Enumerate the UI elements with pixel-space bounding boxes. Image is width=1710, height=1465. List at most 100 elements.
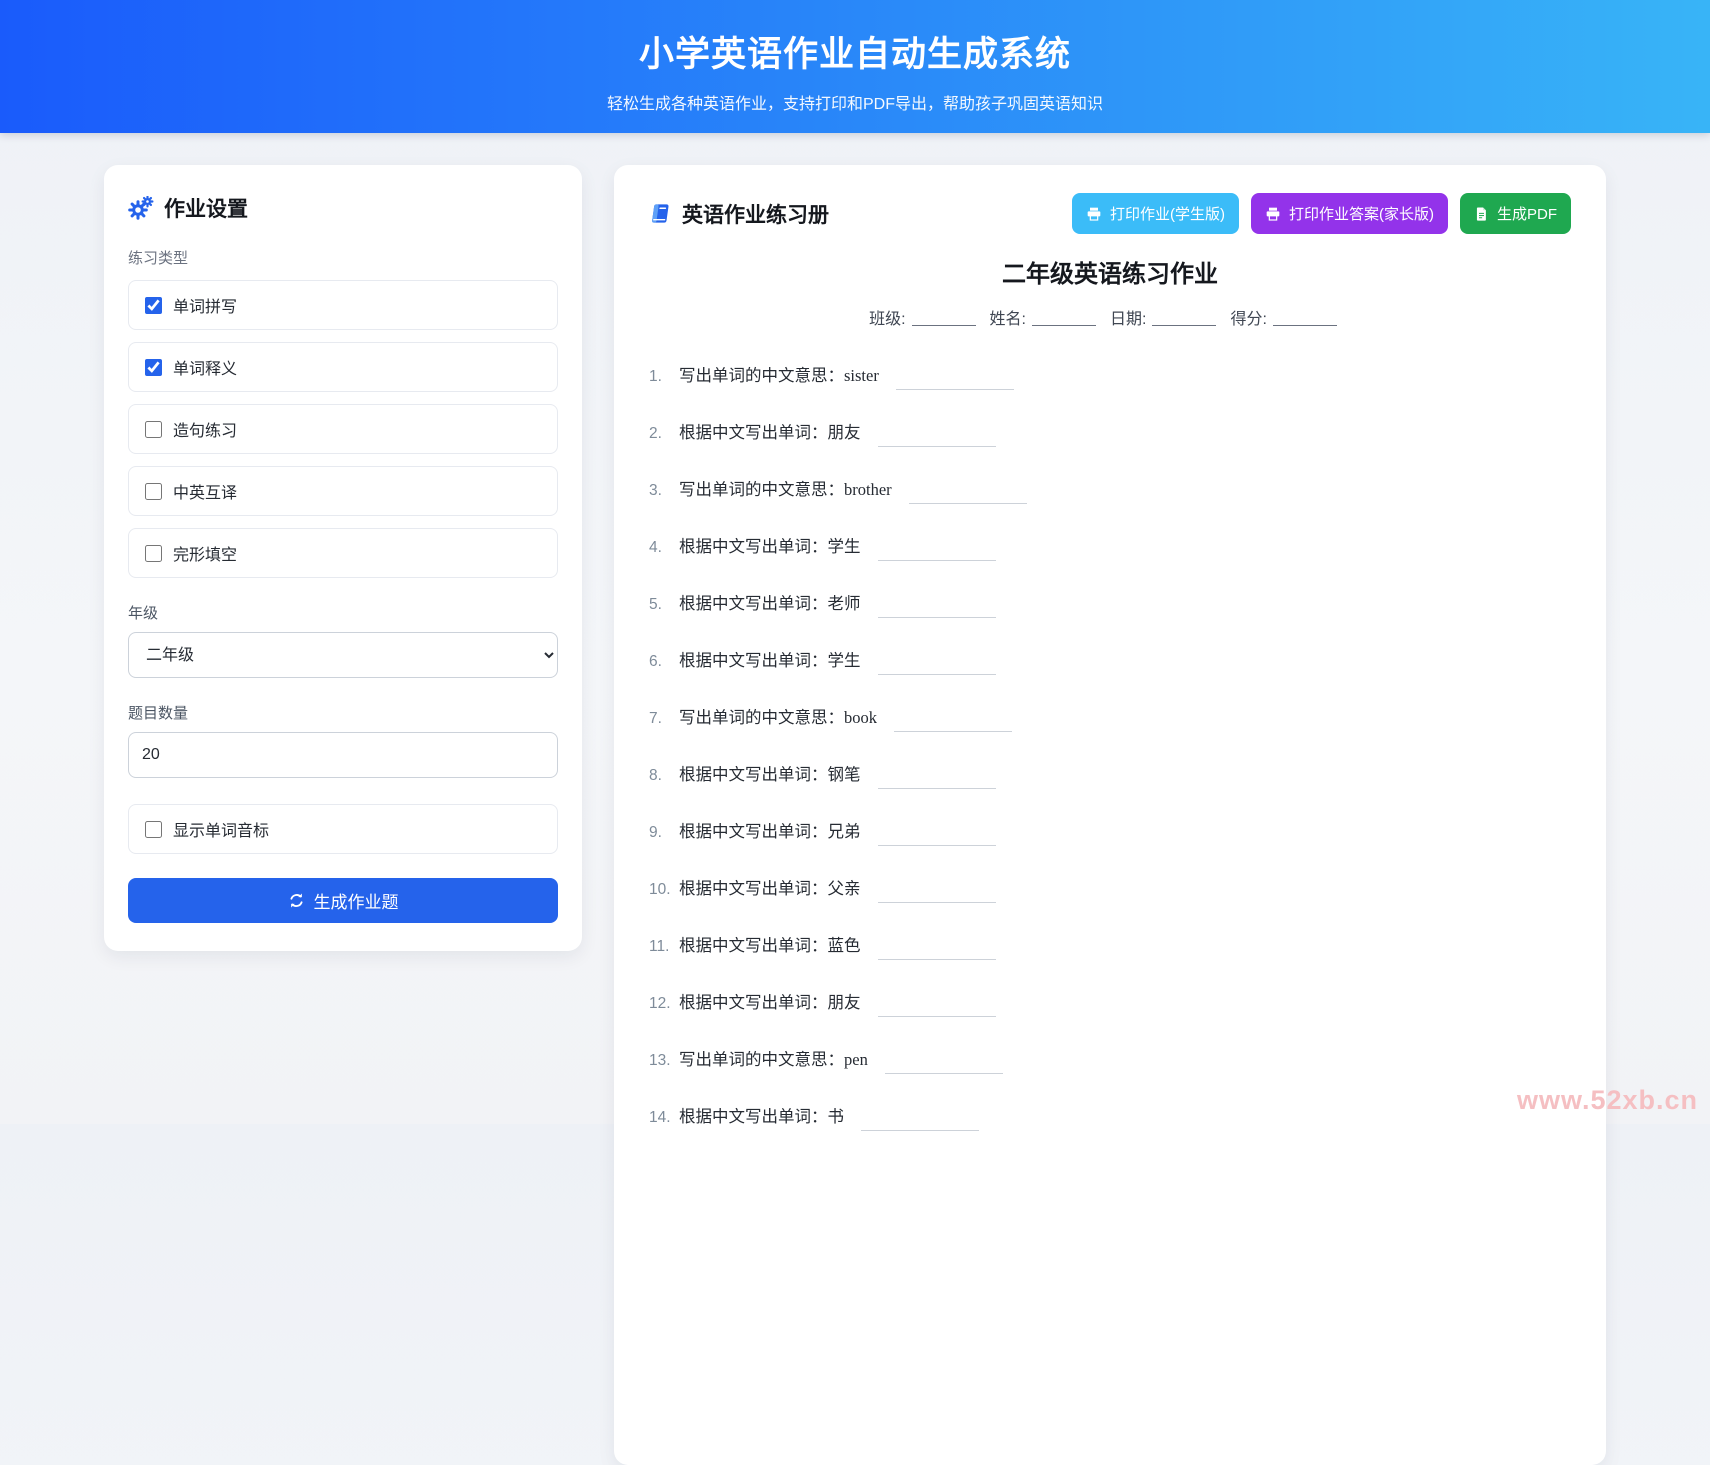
worksheet-info-line: 班级: 姓名: 日期: 得分: xyxy=(649,305,1571,329)
generate-pdf-button[interactable]: 生成PDF xyxy=(1459,193,1571,234)
question-prompt: 根据中文写出单词： xyxy=(679,937,828,955)
printer-icon xyxy=(1087,207,1101,221)
question-number: 1. xyxy=(649,368,662,385)
question-word: 朋友 xyxy=(827,994,861,1012)
question-word: 书 xyxy=(827,1108,845,1126)
worksheet-panel-title: 英语作业练习册 xyxy=(682,203,829,227)
question-number: 5. xyxy=(649,596,662,613)
answer-blank-line xyxy=(877,787,996,789)
print-answer-button[interactable]: 打印作业答案(家长版) xyxy=(1250,193,1448,234)
printer-icon xyxy=(1266,207,1280,221)
exercise-type-option[interactable]: 中英互译 xyxy=(128,466,558,516)
exercise-type-option-label: 单词拼写 xyxy=(173,299,238,316)
gears-icon xyxy=(128,196,154,220)
answer-blank-line xyxy=(877,901,996,903)
question-row: 6. 根据中文写出单词：学生 xyxy=(649,650,1571,675)
answer-blank-line xyxy=(877,559,996,561)
settings-panel: 作业设置 练习类型 单词拼写 单词释义 造句练习 中英互译 完形填空 年级 二年… xyxy=(104,165,582,951)
grade-label: 年级 xyxy=(128,605,159,622)
main-content: 作业设置 练习类型 单词拼写 单词释义 造句练习 中英互译 完形填空 年级 二年… xyxy=(0,133,1710,1465)
question-prompt: 写出单词的中文意思： xyxy=(679,709,844,727)
generate-homework-label: 生成作业题 xyxy=(313,893,399,912)
question-prompt: 根据中文写出单词： xyxy=(679,880,828,898)
worksheet-actions: 打印作业(学生版) 打印作业答案(家长版) 生成PDF xyxy=(1071,193,1571,234)
worksheet-info-label: 日期: xyxy=(1110,311,1147,328)
print-student-label: 打印作业(学生版) xyxy=(1109,206,1225,223)
exercise-type-checkbox[interactable] xyxy=(145,296,162,314)
book-icon xyxy=(652,204,669,223)
worksheet-info-blank xyxy=(911,312,976,326)
question-word: book xyxy=(844,708,877,727)
exercise-type-label: 练习类型 xyxy=(128,250,189,267)
exercise-type-option[interactable]: 单词拼写 xyxy=(128,280,558,330)
question-prompt: 根据中文写出单词： xyxy=(679,1108,828,1126)
question-prompt: 根据中文写出单词： xyxy=(679,424,828,442)
answer-blank-line xyxy=(894,730,1012,732)
worksheet-info-field: 得分: xyxy=(1230,305,1350,329)
answer-blank-line xyxy=(895,388,1014,390)
question-row: 7. 写出单词的中文意思：book xyxy=(649,707,1571,732)
question-number: 7. xyxy=(649,710,662,727)
question-prompt: 根据中文写出单词： xyxy=(679,595,828,613)
question-row: 8. 根据中文写出单词：钢笔 xyxy=(649,764,1571,789)
exercise-type-checkbox[interactable] xyxy=(145,482,162,500)
question-row: 14. 根据中文写出单词：书 xyxy=(649,1106,1571,1131)
generate-homework-button[interactable]: 生成作业题 xyxy=(128,878,558,923)
question-list: 1. 写出单词的中文意思：sister 2. 根据中文写出单词：朋友 3. 写出单词的… xyxy=(649,365,1571,1131)
worksheet-info-label: 姓名: xyxy=(989,311,1026,328)
worksheet-title: 二年级英语练习作业 xyxy=(1002,261,1218,288)
question-row: 3. 写出单词的中文意思：brother xyxy=(649,479,1571,504)
answer-blank-line xyxy=(877,673,996,675)
question-word: 朋友 xyxy=(827,424,861,442)
question-word: pen xyxy=(844,1050,868,1069)
question-prompt: 写出单词的中文意思： xyxy=(679,1051,844,1069)
worksheet-info-blank xyxy=(1272,312,1337,326)
question-number: 11. xyxy=(649,938,670,955)
question-number: 2. xyxy=(649,425,662,442)
exercise-type-checkbox[interactable] xyxy=(145,358,162,376)
exercise-type-option[interactable]: 单词释义 xyxy=(128,342,558,392)
exercise-type-checkbox[interactable] xyxy=(145,544,162,562)
show-phonetic-checkbox[interactable] xyxy=(145,820,162,838)
question-prompt: 根据中文写出单词： xyxy=(679,652,828,670)
question-count-input[interactable] xyxy=(128,732,558,778)
exercise-type-checkbox[interactable] xyxy=(145,420,162,438)
question-prompt: 根据中文写出单词： xyxy=(679,823,828,841)
question-word: 兄弟 xyxy=(827,823,861,841)
grade-select[interactable]: 二年级 xyxy=(128,632,558,678)
answer-blank-line xyxy=(877,958,996,960)
question-row: 12. 根据中文写出单词：朋友 xyxy=(649,992,1571,1017)
question-row: 9. 根据中文写出单词：兄弟 xyxy=(649,821,1571,846)
app-header: 小学英语作业自动生成系统 轻松生成各种英语作业，支持打印和PDF导出，帮助孩子巩… xyxy=(0,0,1710,133)
question-row: 5. 根据中文写出单词：老师 xyxy=(649,593,1571,618)
worksheet-panel-header: 英语作业练习册 xyxy=(649,199,829,229)
answer-blank-line xyxy=(884,1072,1003,1074)
question-prompt: 写出单词的中文意思： xyxy=(679,367,844,385)
answer-blank-line xyxy=(877,844,996,846)
exercise-type-option[interactable]: 造句练习 xyxy=(128,404,558,454)
answer-blank-line xyxy=(877,445,996,447)
question-word: 学生 xyxy=(827,538,861,556)
worksheet-info-label: 班级: xyxy=(869,311,906,328)
answer-blank-line xyxy=(877,616,996,618)
exercise-type-option-label: 中英互译 xyxy=(173,485,238,502)
question-number: 4. xyxy=(649,539,662,556)
question-prompt: 根据中文写出单词： xyxy=(679,538,828,556)
print-student-button[interactable]: 打印作业(学生版) xyxy=(1071,193,1239,234)
question-count-label: 题目数量 xyxy=(128,705,189,722)
question-number: 8. xyxy=(649,767,662,784)
exercise-type-list: 单词拼写 单词释义 造句练习 中英互译 完形填空 xyxy=(128,280,558,578)
question-number: 13. xyxy=(649,1052,671,1069)
question-number: 12. xyxy=(649,995,671,1012)
app-subtitle: 轻松生成各种英语作业，支持打印和PDF导出，帮助孩子巩固英语知识 xyxy=(606,96,1103,113)
answer-blank-line xyxy=(861,1129,979,1131)
refresh-icon xyxy=(289,893,303,908)
answer-blank-line xyxy=(908,502,1027,504)
question-word: 父亲 xyxy=(827,880,861,898)
exercise-type-option[interactable]: 完形填空 xyxy=(128,528,558,578)
question-number: 9. xyxy=(649,824,662,841)
question-row: 4. 根据中文写出单词：学生 xyxy=(649,536,1571,561)
show-phonetic-option[interactable]: 显示单词音标 xyxy=(128,804,558,854)
question-number: 10. xyxy=(649,881,671,898)
question-number: 3. xyxy=(649,482,662,499)
